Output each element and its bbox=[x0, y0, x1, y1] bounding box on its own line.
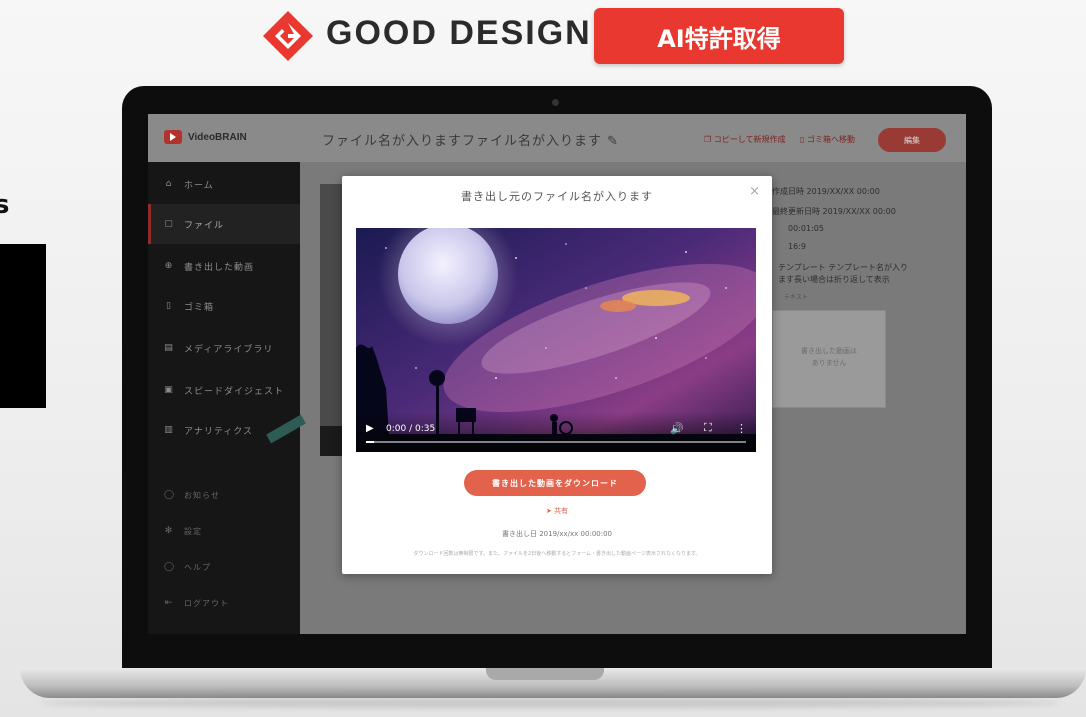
sidebar: ⌂ ホーム ▢ ファイル ⊕ 書き出した動画 ▯ ゴミ箱 ▤ メディアライブラリ… bbox=[148, 162, 306, 634]
sidebar-item-analytics[interactable]: ▥ アナリティクス bbox=[148, 410, 300, 450]
video-time: 0:00 / 0:35 bbox=[386, 424, 436, 434]
video-progress-bar[interactable] bbox=[366, 441, 746, 443]
laptop-base-notch bbox=[486, 668, 604, 680]
edit-button[interactable]: 編集 bbox=[878, 128, 946, 152]
sidebar-item-label: スピードダイジェスト bbox=[184, 386, 285, 397]
gear-icon: ✻ bbox=[164, 526, 174, 536]
sidebar-item-label: 設定 bbox=[184, 526, 202, 536]
laptop-camera bbox=[552, 99, 559, 106]
file-icon: ▢ bbox=[164, 219, 174, 229]
sidebar-item-label: ホーム bbox=[184, 180, 214, 191]
sidebar-item-label: お知らせ bbox=[184, 490, 220, 500]
trash-icon: ▯ bbox=[166, 301, 172, 311]
sidebar-item-settings[interactable]: ✻ 設定 bbox=[148, 516, 300, 546]
sidebar-item-media-library[interactable]: ▤ メディアライブラリ bbox=[148, 328, 300, 368]
cropped-black-block bbox=[0, 244, 46, 408]
app-header: VideoBRAIN ファイル名が入りますファイル名が入ります ✎ ❐ コピーし… bbox=[148, 114, 966, 162]
sidebar-item-logout[interactable]: ⇤ ログアウト bbox=[148, 588, 300, 618]
sidebar-item-label: アナリティクス bbox=[184, 426, 254, 437]
sidebar-item-trash[interactable]: ▯ ゴミ箱 bbox=[148, 286, 300, 326]
preview-placeholder: 書き出した動画は ありません bbox=[801, 347, 857, 367]
sidebar-item-label: ファイル bbox=[184, 220, 225, 231]
sidebar-item-label: メディアライブラリ bbox=[184, 344, 274, 355]
help-icon: ◯ bbox=[164, 562, 176, 572]
download-video-button[interactable]: 書き出した動画をダウンロード bbox=[464, 470, 646, 496]
sidebar-item-help[interactable]: ◯ ヘルプ bbox=[148, 552, 300, 582]
meta-created: 作成日時 2019/XX/XX 00:00 bbox=[772, 187, 880, 196]
home-icon: ⌂ bbox=[165, 179, 173, 189]
good-design-label: GOOD DESIGN bbox=[326, 14, 592, 52]
export-date: 書き出し日 2019/xx/xx 00:00:00 bbox=[502, 530, 612, 538]
ai-patent-badge: AI特許取得 bbox=[594, 8, 844, 64]
sidebar-item-label: 書き出した動画 bbox=[184, 262, 255, 273]
sidebar-item-speed-digest[interactable]: ▣ スピードダイジェスト bbox=[148, 370, 300, 410]
folder-icon: ▤ bbox=[164, 343, 174, 353]
app-brand[interactable]: VideoBRAIN bbox=[164, 130, 247, 144]
meta-updated: 最終更新日時 2019/XX/XX 00:00 bbox=[772, 207, 896, 216]
laptop-shadow bbox=[40, 698, 1060, 708]
move-to-trash-link[interactable]: ▯ ゴミ箱へ移動 bbox=[800, 134, 855, 145]
sidebar-item-label: ログアウト bbox=[184, 598, 229, 608]
sidebar-item-file[interactable]: ▢ ファイル bbox=[148, 204, 300, 244]
meta-duration: 00:01:05 bbox=[788, 224, 824, 233]
play-logo-icon bbox=[164, 130, 182, 144]
share-link[interactable]: ➤ 共有 bbox=[342, 506, 772, 516]
modal-title: 書き出し元のファイル名が入ります bbox=[461, 190, 653, 203]
close-icon[interactable]: × bbox=[749, 184, 760, 199]
good-design-logo bbox=[263, 11, 313, 61]
sidebar-item-exported-videos[interactable]: ⊕ 書き出した動画 bbox=[148, 246, 300, 286]
cropped-text-fragment: s bbox=[0, 190, 10, 220]
video-player[interactable]: ▶ 0:00 / 0:35 🔊 ⛶ ⋮ bbox=[356, 228, 756, 452]
sidebar-item-label: ヘルプ bbox=[184, 562, 211, 572]
copy-new-link[interactable]: ❐ コピーして新規作成 bbox=[704, 134, 785, 145]
meta-note: テキスト bbox=[784, 294, 808, 301]
exported-preview-box: 書き出した動画は ありません bbox=[772, 310, 886, 408]
sidebar-item-notifications[interactable]: ◯ お知らせ bbox=[148, 480, 300, 510]
bell-icon: ◯ bbox=[164, 490, 176, 500]
download-notice: ダウンロード回数は無制限です。また、ファイルを2日後へ移動するとフォーム・書き出… bbox=[413, 551, 701, 557]
brand-name: VideoBRAIN bbox=[188, 131, 247, 143]
more-options-icon[interactable]: ⋮ bbox=[736, 422, 747, 435]
video-progress-fill bbox=[366, 441, 374, 443]
export-modal: 書き出し元のファイル名が入ります × ▶ 0:00 / 0:35 🔊 ⛶ ⋮ 書… bbox=[342, 176, 772, 574]
fullscreen-icon[interactable]: ⛶ bbox=[704, 421, 712, 435]
logout-icon: ⇤ bbox=[164, 598, 174, 608]
meta-ratio: 16:9 bbox=[788, 242, 806, 251]
meta-template-line2: ます長い場合は折り返して表示 bbox=[778, 275, 890, 284]
meta-template-line1: テンプレート テンプレート名が入り bbox=[778, 263, 909, 272]
video-controls: ▶ 0:00 / 0:35 🔊 ⛶ ⋮ bbox=[356, 412, 756, 452]
exported-video-icon: ⊕ bbox=[164, 261, 174, 271]
play-icon[interactable]: ▶ bbox=[366, 423, 374, 434]
laptop-screen: VideoBRAIN ファイル名が入りますファイル名が入ります ✎ ❐ コピーし… bbox=[148, 114, 966, 634]
sidebar-item-label: ゴミ箱 bbox=[184, 302, 215, 313]
thumbnail-play-overlay bbox=[320, 426, 344, 456]
bar-chart-icon: ▥ bbox=[164, 425, 174, 435]
sidebar-item-home[interactable]: ⌂ ホーム bbox=[148, 164, 300, 204]
digest-icon: ▣ bbox=[164, 385, 174, 395]
volume-icon[interactable]: 🔊 bbox=[670, 422, 684, 435]
file-title[interactable]: ファイル名が入りますファイル名が入ります ✎ bbox=[322, 130, 619, 149]
